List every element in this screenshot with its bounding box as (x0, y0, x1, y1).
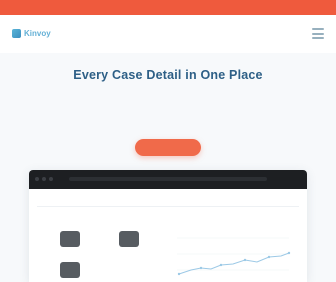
app-header-bar (69, 177, 267, 181)
documents-tile-icon (119, 231, 139, 247)
chart-panel (171, 210, 295, 282)
window-controls (35, 177, 53, 181)
data-point (243, 258, 247, 262)
top-navigation: Kinvoy (0, 15, 336, 53)
contacts-tile-icon (60, 262, 80, 278)
app-preview (29, 170, 307, 282)
hamburger-menu-icon[interactable] (312, 28, 324, 39)
divider (37, 206, 299, 207)
app-preview-header (29, 170, 307, 189)
data-point (287, 251, 291, 255)
data-point (219, 263, 223, 267)
trend-chart (177, 237, 291, 276)
data-point (267, 255, 271, 259)
data-point (177, 272, 181, 276)
cta-button[interactable] (135, 139, 201, 156)
announcement-bar[interactable] (0, 0, 336, 15)
data-point (199, 266, 203, 270)
case-tile-icon (60, 231, 80, 247)
logo-text: Kinvoy (24, 29, 51, 38)
logo-mark-icon (12, 29, 21, 38)
trend-line (178, 252, 290, 275)
logo[interactable]: Kinvoy (12, 29, 51, 38)
hero-title: Every Case Detail in One Place (73, 68, 263, 82)
